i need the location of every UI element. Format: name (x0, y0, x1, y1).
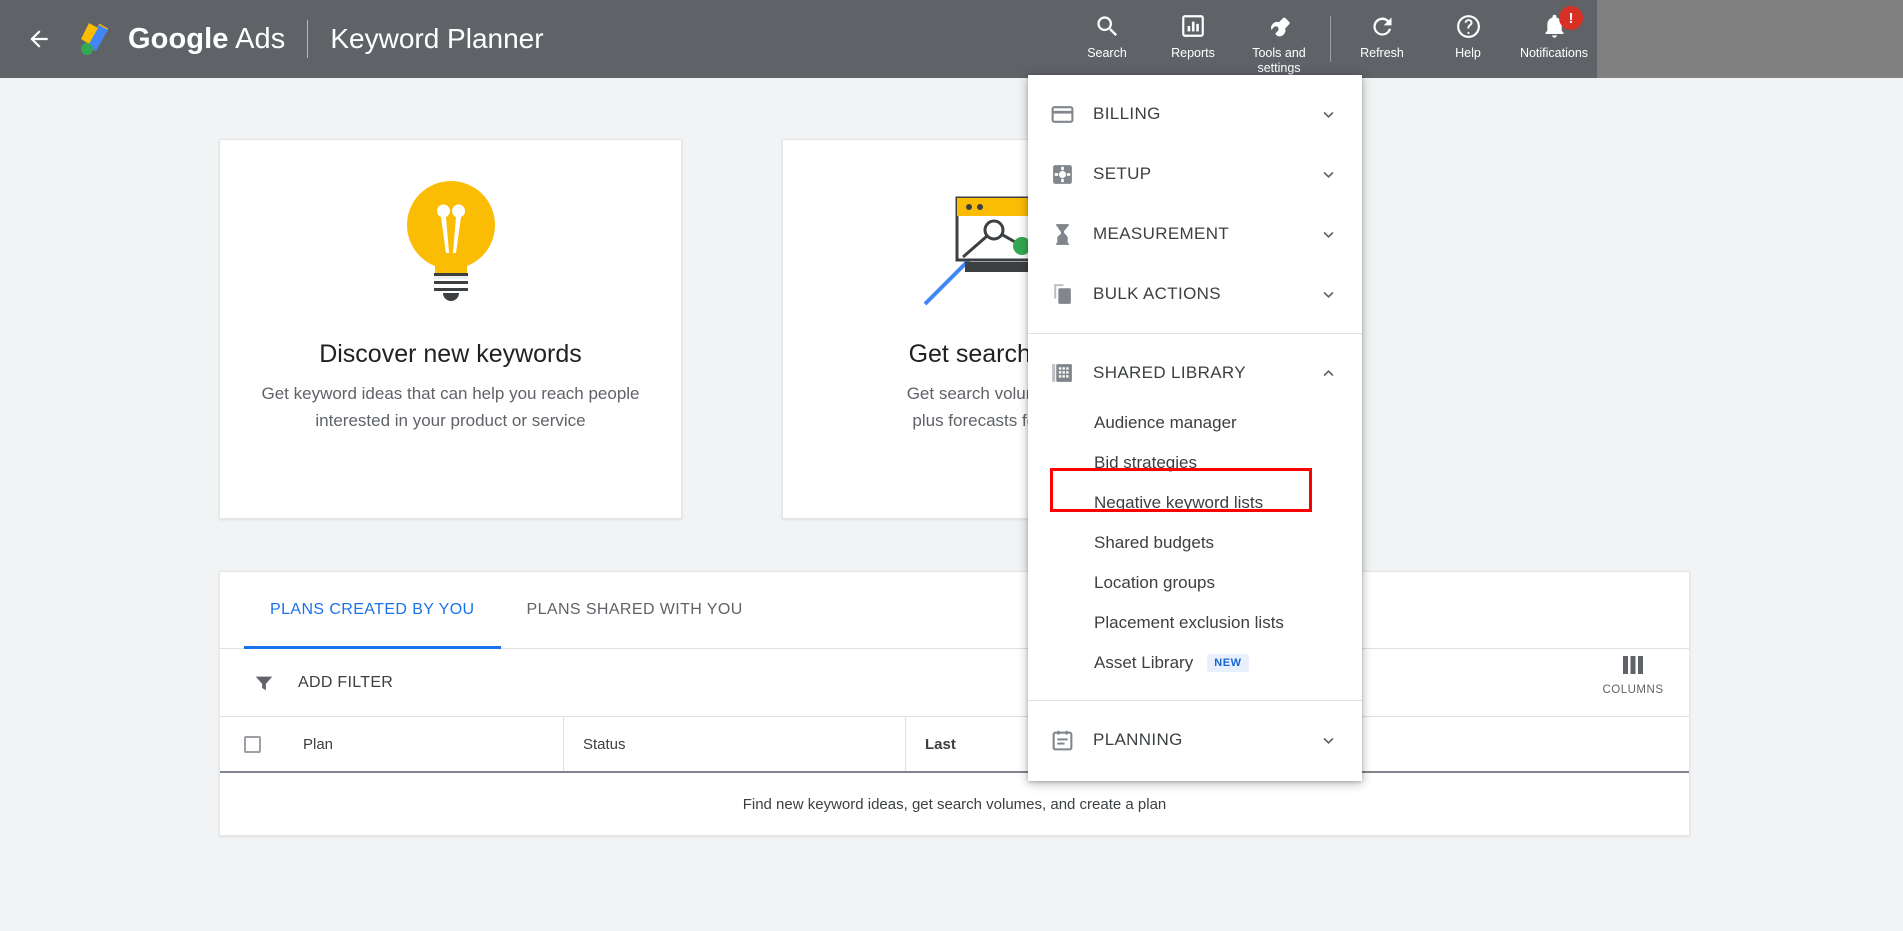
select-all-cell (220, 717, 284, 771)
menu-group-label: BILLING (1093, 104, 1161, 123)
add-filter-label: ADD FILTER (298, 673, 394, 691)
header-notifications-button[interactable]: ! Notifications (1511, 0, 1597, 78)
menu-section-primary: BILLING SETUP MEASUREMENT BULK ACTIONS (1028, 75, 1362, 333)
columns-button[interactable]: COLUMNS (1598, 655, 1668, 696)
menu-group-measurement[interactable]: MEASUREMENT (1028, 204, 1362, 264)
menu-group-label: BULK ACTIONS (1093, 284, 1221, 303)
brand-logo-block[interactable]: Google Ads Keyword Planner (78, 14, 544, 64)
header-help-button[interactable]: Help (1425, 0, 1511, 78)
app-header: Google Ads Keyword Planner Search Report… (0, 0, 1903, 78)
tab-label: PLANS CREATED BY YOU (270, 601, 475, 618)
chevron-down-icon[interactable] (1316, 731, 1340, 750)
library-grid-icon (1050, 361, 1084, 386)
column-header-status[interactable]: Status (563, 717, 905, 771)
brand-google: Google (128, 22, 229, 55)
menu-item-bid-strategies[interactable]: Bid strategies (1028, 443, 1362, 483)
new-badge: NEW (1207, 654, 1249, 672)
menu-item-label: Shared budgets (1094, 533, 1215, 552)
menu-item-label: Asset Library (1094, 653, 1194, 672)
gear-square-icon (1050, 162, 1084, 187)
tab-plans-shared-with-you[interactable]: PLANS SHARED WITH YOU (501, 572, 769, 648)
help-icon (1455, 10, 1482, 42)
chevron-down-icon[interactable] (1316, 285, 1340, 304)
menu-item-label: Audience manager (1094, 413, 1237, 432)
header-help-label: Help (1455, 46, 1481, 60)
card-title: Discover new keywords (319, 340, 582, 368)
card-description: Get keyword ideas that can help you reac… (261, 384, 640, 430)
header-notifications-label: Notifications (1519, 46, 1589, 60)
header-tools-settings-button[interactable]: Tools and settings (1236, 0, 1322, 78)
discover-new-keywords-card[interactable]: Discover new keywords Get keyword ideas … (219, 139, 682, 519)
plans-tabs: PLANS CREATED BY YOU PLANS SHARED WITH Y… (220, 572, 1689, 649)
menu-group-billing[interactable]: BILLING (1028, 84, 1362, 144)
credit-card-icon (1050, 102, 1084, 127)
select-all-checkbox[interactable] (243, 735, 261, 753)
menu-item-location-groups[interactable]: Location groups (1028, 563, 1362, 603)
header-tools-settings-label: Tools and settings (1252, 46, 1306, 75)
copy-stack-icon (1050, 282, 1084, 307)
menu-item-shared-budgets[interactable]: Shared budgets (1028, 523, 1362, 563)
calendar-icon (1050, 728, 1084, 753)
columns-icon (1622, 655, 1644, 680)
menu-item-placement-exclusion-lists[interactable]: Placement exclusion lists (1028, 603, 1362, 643)
shared-library-submenu: Audience manager Bid strategies Negative… (1028, 403, 1362, 691)
header-refresh-label: Refresh (1360, 46, 1404, 60)
lightbulb-illustration (220, 140, 681, 330)
menu-section-planning: PLANNING (1028, 700, 1362, 779)
menu-group-label: SETUP (1093, 164, 1152, 183)
column-header-plan[interactable]: Plan (284, 717, 563, 771)
chevron-down-icon[interactable] (1316, 105, 1340, 124)
refresh-icon (1369, 10, 1396, 42)
header-tool-separator (1330, 16, 1331, 62)
back-button[interactable] (22, 22, 56, 56)
chevron-up-icon[interactable] (1316, 364, 1340, 383)
tab-plans-created-by-you[interactable]: PLANS CREATED BY YOU (244, 572, 501, 649)
brand-text: Google Ads (128, 23, 285, 56)
menu-group-label: PLANNING (1093, 730, 1183, 749)
header-search-label: Search (1087, 46, 1127, 60)
menu-item-label: Negative keyword lists (1094, 493, 1264, 512)
header-reports-label: Reports (1171, 46, 1215, 60)
add-filter-button[interactable]: ADD FILTER (244, 649, 393, 716)
funnel-icon (244, 672, 284, 694)
header-search-button[interactable]: Search (1064, 0, 1150, 78)
header-reports-button[interactable]: Reports (1150, 0, 1236, 78)
menu-group-label: SHARED LIBRARY (1093, 363, 1246, 382)
notification-badge: ! (1559, 6, 1583, 30)
plans-table-empty-state: Find new keyword ideas, get search volum… (742, 795, 1167, 813)
wrench-icon (1265, 10, 1293, 42)
tab-label: PLANS SHARED WITH YOU (526, 601, 743, 618)
menu-item-negative-keyword-lists[interactable]: Negative keyword lists (1028, 483, 1362, 523)
chevron-down-icon[interactable] (1316, 165, 1340, 184)
header-bar: Google Ads Keyword Planner Search Report… (0, 0, 1597, 78)
menu-item-label: Location groups (1094, 573, 1215, 592)
header-divider (307, 20, 309, 58)
menu-item-asset-library[interactable]: Asset Library NEW (1028, 643, 1362, 683)
columns-label: COLUMNS (1602, 684, 1664, 696)
menu-group-planning[interactable]: PLANNING (1028, 710, 1362, 770)
plans-table-header: Plan Status Last recast period (220, 717, 1689, 773)
header-tools: Search Reports Tools and settings Refres… (1064, 0, 1597, 78)
search-icon (1094, 10, 1121, 42)
menu-item-label: Placement exclusion lists (1094, 613, 1284, 632)
brand-ads: Ads (235, 22, 286, 55)
menu-item-label: Bid strategies (1094, 453, 1197, 472)
hourglass-icon (1050, 222, 1084, 247)
tools-and-settings-menu: BILLING SETUP MEASUREMENT BULK ACTIONS S… (1028, 75, 1362, 781)
google-ads-logo-icon (81, 23, 109, 55)
menu-group-shared-library[interactable]: SHARED LIBRARY (1028, 343, 1362, 403)
menu-group-setup[interactable]: SETUP (1028, 144, 1362, 204)
menu-section-shared-library: SHARED LIBRARY Audience manager Bid stra… (1028, 333, 1362, 700)
filter-toolbar: ADD FILTER COLUMNS (220, 649, 1689, 717)
header-refresh-button[interactable]: Refresh (1339, 0, 1425, 78)
page-title: Keyword Planner (330, 23, 544, 54)
menu-group-bulk-actions[interactable]: BULK ACTIONS (1028, 264, 1362, 324)
menu-item-audience-manager[interactable]: Audience manager (1028, 403, 1362, 443)
reports-icon (1180, 10, 1206, 42)
chevron-down-icon[interactable] (1316, 225, 1340, 244)
main-content: Discover new keywords Get keyword ideas … (0, 78, 1903, 931)
menu-group-label: MEASUREMENT (1093, 224, 1230, 243)
plans-panel: PLANS CREATED BY YOU PLANS SHARED WITH Y… (219, 571, 1690, 836)
arrow-back-icon (30, 30, 48, 48)
